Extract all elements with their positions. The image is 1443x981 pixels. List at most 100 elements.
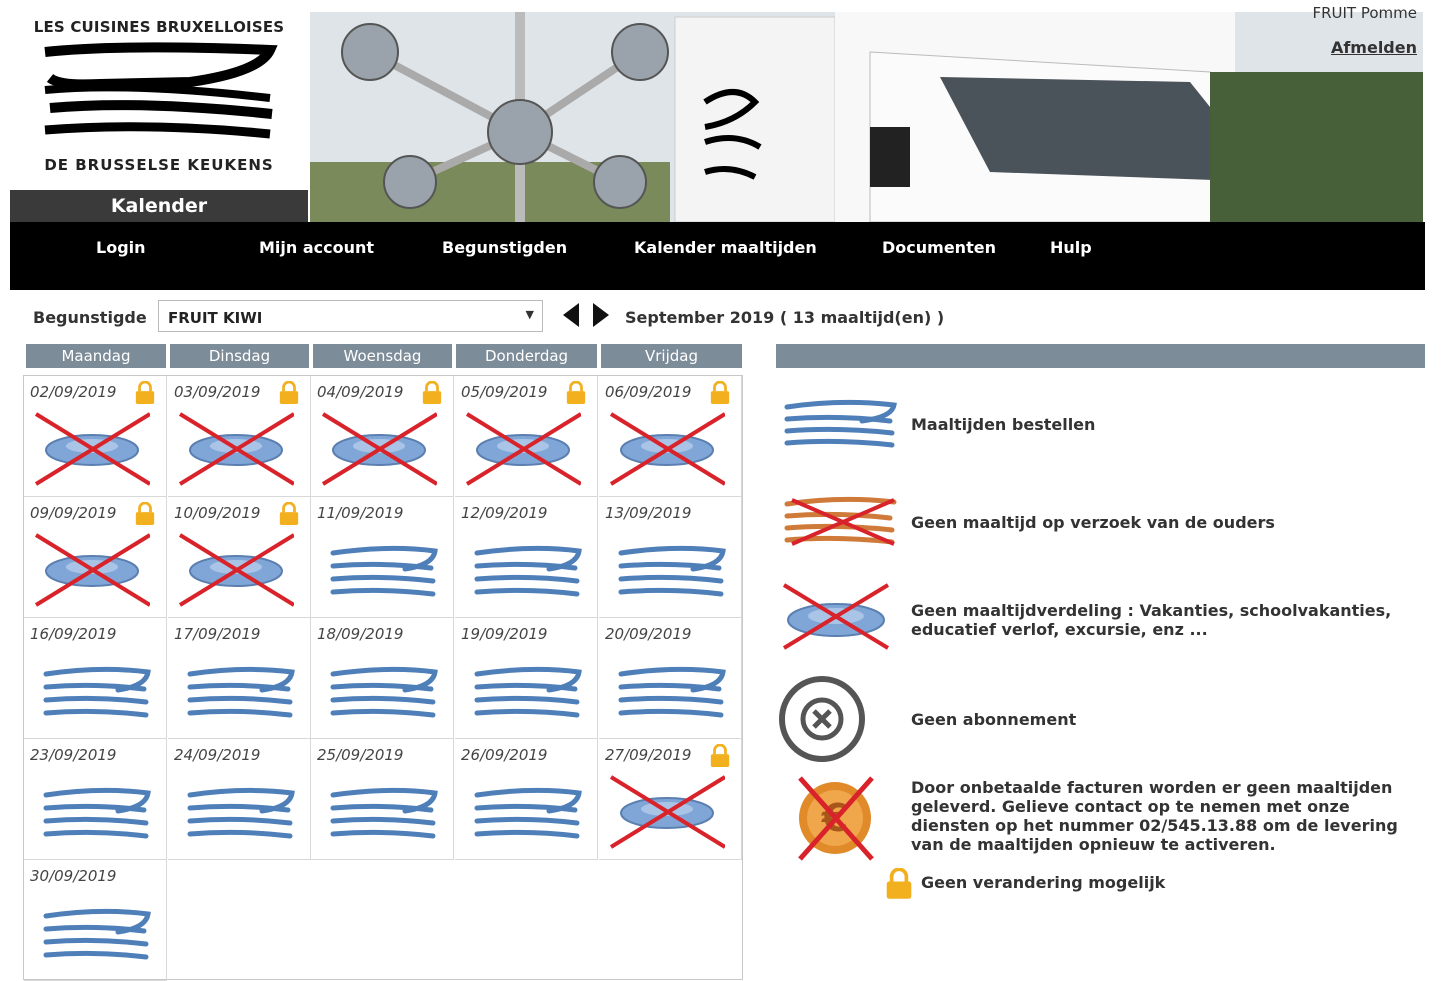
calendar-day-date: 25/09/2019 [317,746,404,764]
calendar-day-cell[interactable]: 04/09/2019 [311,376,454,497]
chevron-down-icon: ▼ [525,308,534,321]
logo-title-fr: LES CUISINES BRUXELLOISES [33,18,285,36]
calendar-day-date: 17/09/2019 [174,625,261,643]
meal-icon [611,539,731,607]
calendar-day-cell[interactable]: 02/09/2019 [24,376,167,497]
nav-beneficiaries[interactable]: Begunstigden [442,238,567,257]
no-distribution-icon [317,408,439,492]
no-distribution-icon [174,529,296,613]
meal-icon [467,539,587,607]
lock-icon [565,380,587,409]
weekday-header: Maandag [26,344,166,368]
beneficiary-select[interactable]: FRUIT KIWI ▼ [158,300,543,332]
no-distribution-icon [782,583,890,650]
calendar-grid: 02/09/2019 03/09/2019 04/09/2019 05/09/2019… [23,375,743,981]
legend-text: Geen verandering mogelijk [921,873,1166,892]
no-distribution-icon [174,408,296,492]
no-distribution-icon [30,408,152,492]
calendar-day-date: 12/09/2019 [461,504,548,522]
meal-icon [36,902,156,970]
nav-my-account[interactable]: Mijn account [259,238,374,257]
beneficiary-selected-value: FRUIT KIWI [168,309,263,327]
no-distribution-icon [461,408,583,492]
calendar-day-date: 06/09/2019 [605,383,692,401]
nav-help[interactable]: Hulp [1050,238,1092,257]
legend-text: Geen maaltijdverdeling : Vakanties, scho… [911,601,1392,639]
lock-icon [278,501,300,530]
weekday-header: Donderdag [456,344,597,368]
lock-icon [134,501,156,530]
calendar-day-cell[interactable]: 10/09/2019 [168,497,311,618]
user-name: FRUIT Pomme [1312,4,1417,22]
meal-icon [323,660,443,728]
calendar-day-date: 04/09/2019 [317,383,404,401]
calendar-day-cell[interactable]: 23/09/2019 [24,739,167,860]
page-title-tab: Kalender [10,190,308,222]
no-distribution-icon [30,529,152,613]
meal-icon [36,781,156,849]
no-subscription-icon [779,676,865,762]
calendar-day-cell[interactable]: 11/09/2019 [311,497,454,618]
legend-text: Geen abonnement [911,710,1077,729]
calendar-day-cell[interactable]: 03/09/2019 [168,376,311,497]
calendar-day-cell[interactable]: 20/09/2019 [599,618,742,739]
calendar-day-cell[interactable]: 05/09/2019 [455,376,598,497]
calendar-day-date: 18/09/2019 [317,625,404,643]
weekday-header-row: Maandag Dinsdag Woensdag Donderdag Vrijd… [26,344,742,368]
calendar-day-date: 16/09/2019 [30,625,117,643]
calendar-day-cell[interactable]: 06/09/2019 [599,376,742,497]
legend-header-bar [776,344,1425,368]
lock-icon [886,868,912,899]
meal-icon [784,399,897,448]
calendar-day-date: 20/09/2019 [605,625,692,643]
calendar-day-cell[interactable]: 17/09/2019 [168,618,311,739]
weekday-header: Dinsdag [170,344,309,368]
lock-icon [709,380,731,409]
meal-icon [611,660,731,728]
calendar-day-date: 24/09/2019 [174,746,261,764]
calendar-day-date: 11/09/2019 [317,504,404,522]
site-header: LES CUISINES BRUXELLOISES DE BRUSSELSE K… [10,4,1425,222]
calendar-day-date: 23/09/2019 [30,746,117,764]
calendar-day-cell[interactable]: 19/09/2019 [455,618,598,739]
meal-icon [467,660,587,728]
wave-logo-icon [44,42,278,139]
meal-icon [36,660,156,728]
calendar-day-cell[interactable]: 18/09/2019 [311,618,454,739]
calendar-day-date: 30/09/2019 [30,867,117,885]
calendar-day-cell[interactable]: 09/09/2019 [24,497,167,618]
calendar-day-date: 02/09/2019 [30,383,117,401]
calendar-day-cell[interactable]: 16/09/2019 [24,618,167,739]
calendar-day-date: 05/09/2019 [461,383,548,401]
logout-link[interactable]: Afmelden [1331,38,1417,57]
legend-text: Door onbetaalde facturen worden er geen … [911,778,1398,854]
nav-documents[interactable]: Documenten [882,238,996,257]
nav-meal-calendar[interactable]: Kalender maaltijden [634,238,817,257]
calendar-day-date: 19/09/2019 [461,625,548,643]
calendar-day-cell[interactable]: 30/09/2019 [24,860,167,981]
calendar-day-cell[interactable]: 12/09/2019 [455,497,598,618]
nav-login[interactable]: Login [96,238,146,257]
next-month-button[interactable] [593,303,609,327]
lock-icon [421,380,443,409]
meal-icon [323,781,443,849]
parent-cancel-icon [784,496,897,546]
month-title: September 2019 ( 13 maaltijd(en) ) [625,308,945,327]
calendar-day-date: 03/09/2019 [174,383,261,401]
legend-text: Geen maaltijd op verzoek van de ouders [911,513,1275,532]
unpaid-euro-icon: € [798,776,874,861]
calendar-day-cell[interactable]: 24/09/2019 [168,739,311,860]
brand-logo[interactable]: LES CUISINES BRUXELLOISES DE BRUSSELSE K… [10,10,308,190]
weekday-header: Woensdag [313,344,452,368]
calendar-day-cell[interactable]: 26/09/2019 [455,739,598,860]
calendar-day-date: 27/09/2019 [605,746,692,764]
legend-text: Maaltijden bestellen [911,415,1096,434]
previous-month-button[interactable] [563,303,579,327]
calendar-day-cell[interactable]: 25/09/2019 [311,739,454,860]
meal-icon [180,781,300,849]
main-nav: Login Mijn account Begunstigden Kalender… [10,222,1425,290]
calendar-day-cell[interactable]: 27/09/2019 [599,739,742,860]
header-banner-image [310,12,1423,222]
lock-icon [278,380,300,409]
calendar-day-cell[interactable]: 13/09/2019 [599,497,742,618]
